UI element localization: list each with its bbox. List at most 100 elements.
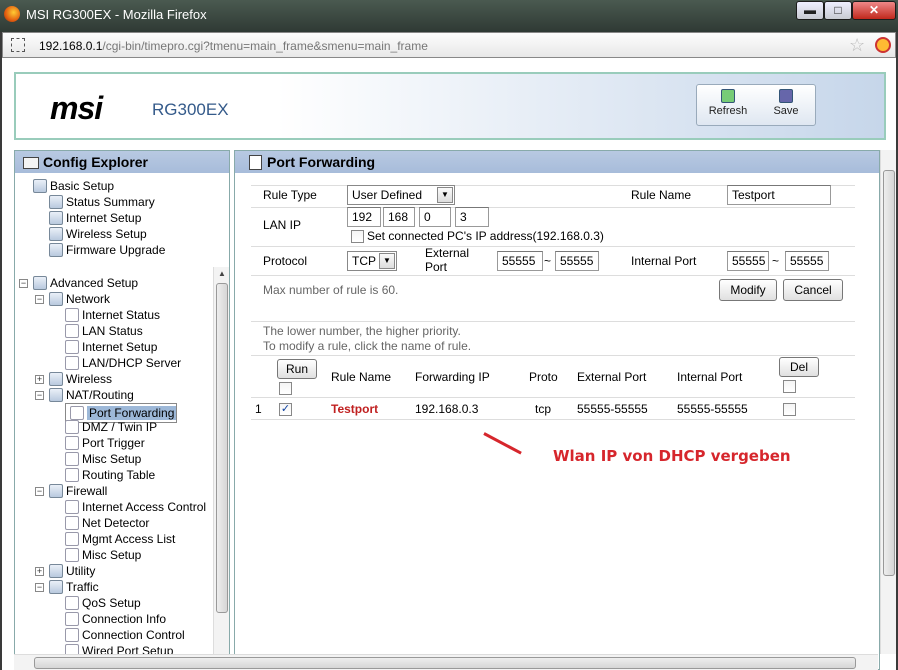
modify-button[interactable]: Modify	[719, 279, 777, 301]
tree-utility[interactable]: Utility	[49, 563, 95, 579]
page-icon	[65, 452, 79, 466]
rule-name-label: Rule Name	[631, 188, 692, 202]
traffic-icon	[49, 580, 63, 594]
tree-traffic[interactable]: Traffic	[49, 579, 99, 595]
expand-utility-icon[interactable]: +	[35, 567, 44, 576]
lan-ip-octet-3[interactable]: 0	[419, 207, 451, 227]
priority-hint: The lower number, the higher priority.	[263, 324, 461, 338]
page-icon	[65, 468, 79, 482]
page-viewport: msi RG300EX Refresh Save Config Explorer…	[2, 58, 896, 670]
explorer-scrollbar[interactable]: ▲	[213, 267, 229, 670]
lan-ip-octet-4[interactable]: 3	[455, 207, 489, 227]
rule-type-select[interactable]: User Defined ▼	[347, 185, 455, 205]
row-del-checkbox[interactable]	[783, 403, 796, 416]
tree-qos-setup[interactable]: QoS Setup	[65, 595, 141, 611]
minimize-button[interactable]: ▬	[796, 1, 824, 20]
internet-setup-icon	[49, 211, 63, 225]
rule-type-label: Rule Type	[263, 188, 317, 202]
page-icon	[65, 516, 79, 530]
row-run-checkbox[interactable]: ✓	[279, 403, 292, 416]
protocol-label: Protocol	[263, 254, 308, 268]
tree-internet-setup[interactable]: Internet Setup	[49, 210, 141, 226]
tree-lan-dhcp-server[interactable]: LAN/DHCP Server	[65, 355, 181, 371]
tree-wireless-setup[interactable]: Wireless Setup	[49, 226, 147, 242]
protocol-select[interactable]: TCP ▼	[347, 251, 397, 271]
tree-firewall[interactable]: Firewall	[49, 483, 107, 499]
tree-firmware-upgrade[interactable]: Firmware Upgrade	[49, 242, 165, 258]
maximize-button[interactable]: □	[824, 1, 852, 20]
col-external-port: External Port	[577, 370, 647, 384]
msi-logo: msi	[50, 90, 103, 126]
tree-status-summary[interactable]: Status Summary	[49, 194, 155, 210]
refresh-button[interactable]: Refresh	[699, 87, 757, 125]
tree-dmz-twin-ip[interactable]: DMZ / Twin IP	[65, 419, 157, 435]
advanced-setup-icon	[33, 276, 47, 290]
del-button[interactable]: Del	[779, 357, 819, 377]
tree-misc-setup[interactable]: Misc Setup	[65, 451, 141, 467]
tree-connection-info[interactable]: Connection Info	[65, 611, 166, 627]
tree-internet-access-control[interactable]: Internet Access Control	[65, 499, 206, 515]
page-icon	[65, 324, 79, 338]
internal-port-to-input[interactable]: 55555	[785, 251, 829, 271]
tree-port-trigger[interactable]: Port Trigger	[65, 435, 145, 451]
tree-fw-misc-setup[interactable]: Misc Setup	[65, 547, 141, 563]
del-all-checkbox[interactable]	[783, 380, 796, 393]
page-icon	[65, 596, 79, 610]
external-port-from-input[interactable]: 55555	[497, 251, 543, 271]
run-button[interactable]: Run	[277, 359, 317, 379]
port-forwarding-panel: Port Forwarding Rule Type User Defined ▼…	[234, 150, 880, 670]
tree-routing-table[interactable]: Routing Table	[65, 467, 155, 483]
tree-lan-status[interactable]: LAN Status	[65, 323, 143, 339]
tree-connection-control[interactable]: Connection Control	[65, 627, 185, 643]
horizontal-scroll-thumb[interactable]	[34, 657, 856, 669]
row-rule-name-link[interactable]: Testport	[331, 402, 378, 416]
modify-hint: To modify a rule, click the name of rule…	[263, 339, 472, 353]
tree-mgmt-access-list[interactable]: Mgmt Access List	[65, 531, 175, 547]
tree-advanced-setup[interactable]: Advanced Setup	[33, 275, 138, 291]
rule-name-input[interactable]: Testport	[727, 185, 831, 205]
scroll-up-icon[interactable]: ▲	[218, 269, 226, 278]
dropdown-arrow-icon[interactable]: ▼	[379, 253, 395, 269]
tree-basic-setup[interactable]: Basic Setup	[33, 178, 114, 194]
collapse-advanced-icon[interactable]: −	[19, 279, 28, 288]
page-icon	[65, 420, 79, 434]
tree-net-detector[interactable]: Net Detector	[65, 515, 149, 531]
close-button[interactable]: ✕	[852, 1, 896, 20]
collapse-traffic-icon[interactable]: −	[35, 583, 44, 592]
bookmark-star-icon[interactable]: ☆	[849, 35, 865, 56]
tree-wireless[interactable]: Wireless	[49, 371, 112, 387]
run-all-checkbox[interactable]	[279, 382, 292, 395]
internal-port-label: Internal Port	[631, 254, 697, 268]
site-identity-icon[interactable]	[11, 38, 25, 52]
lan-ip-octet-1[interactable]: 192	[347, 207, 381, 227]
tree-net-internet-setup[interactable]: Internet Setup	[65, 339, 157, 355]
expand-wireless-icon[interactable]: +	[35, 375, 44, 384]
page-icon	[65, 500, 79, 514]
content-scroll-thumb[interactable]	[883, 170, 895, 576]
external-port-to-input[interactable]: 55555	[555, 251, 599, 271]
noscript-icon[interactable]	[875, 37, 891, 53]
content-scrollbar[interactable]	[880, 150, 896, 654]
tree-nat-routing[interactable]: NAT/Routing	[49, 387, 134, 403]
set-connected-ip-checkbox[interactable]	[351, 230, 364, 243]
nat-routing-icon	[49, 388, 63, 402]
collapse-network-icon[interactable]: −	[35, 295, 44, 304]
page-icon	[65, 436, 79, 450]
url-bar[interactable]: 192.168.0.1/cgi-bin/timepro.cgi?tmenu=ma…	[2, 32, 896, 58]
collapse-nat-icon[interactable]: −	[35, 391, 44, 400]
col-proto: Proto	[529, 370, 558, 384]
internal-port-from-input[interactable]: 55555	[727, 251, 769, 271]
url-text[interactable]: 192.168.0.1/cgi-bin/timepro.cgi?tmenu=ma…	[39, 39, 428, 53]
dropdown-arrow-icon[interactable]: ▼	[437, 187, 453, 203]
explorer-scroll-thumb[interactable]	[216, 283, 228, 613]
protocol-value: TCP	[352, 254, 376, 268]
horizontal-scrollbar[interactable]	[14, 654, 878, 670]
tree-network[interactable]: Network	[49, 291, 110, 307]
cancel-button[interactable]: Cancel	[783, 279, 843, 301]
wireless-setup-icon	[49, 227, 63, 241]
save-button[interactable]: Save	[757, 87, 815, 125]
tree-internet-status[interactable]: Internet Status	[65, 307, 160, 323]
lan-ip-octet-2[interactable]: 168	[383, 207, 415, 227]
network-icon	[49, 292, 63, 306]
collapse-firewall-icon[interactable]: −	[35, 487, 44, 496]
